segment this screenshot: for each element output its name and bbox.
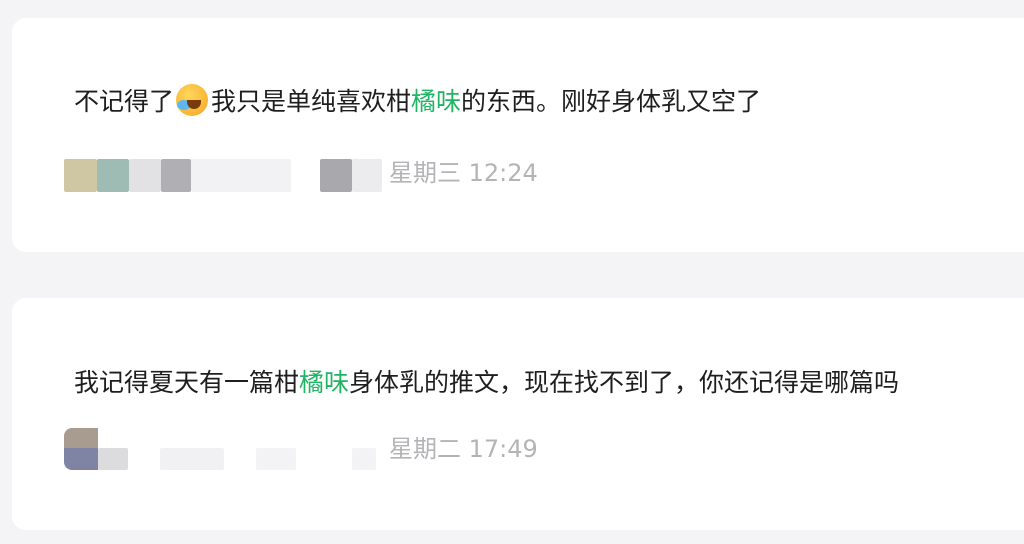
message-card[interactable]: 我记得夏天有一篇柑橘味身体乳的推文，现在找不到了，你还记得是哪篇吗 星期二 17…: [12, 298, 1024, 530]
keyword-highlight[interactable]: 橘味: [411, 87, 461, 116]
message-text-segment: 我记得夏天有一篇柑: [74, 368, 300, 397]
message-text-segment: 身体乳的推文，现在找不到了，你还记得是哪篇吗: [349, 368, 900, 397]
keyword-highlight[interactable]: 橘味: [299, 368, 349, 397]
message-text-segment: 不记得了: [74, 87, 175, 116]
message-text: 不记得了 我只是单纯喜欢柑橘味的东西。刚好身体乳又空了: [74, 84, 761, 119]
laughing-crying-emoji-icon: [176, 84, 209, 116]
message-timestamp: 星期二 17:49: [389, 435, 538, 463]
message-timestamp: 星期三 12:24: [389, 159, 538, 187]
message-text: 我记得夏天有一篇柑橘味身体乳的推文，现在找不到了，你还记得是哪篇吗: [74, 366, 899, 400]
message-card[interactable]: 不记得了 我只是单纯喜欢柑橘味的东西。刚好身体乳又空了 星期三 12:24: [12, 18, 1024, 252]
message-text-segment: 的东西。刚好身体乳又空了: [461, 87, 762, 116]
message-text-segment: 我只是单纯喜欢柑: [211, 87, 412, 116]
